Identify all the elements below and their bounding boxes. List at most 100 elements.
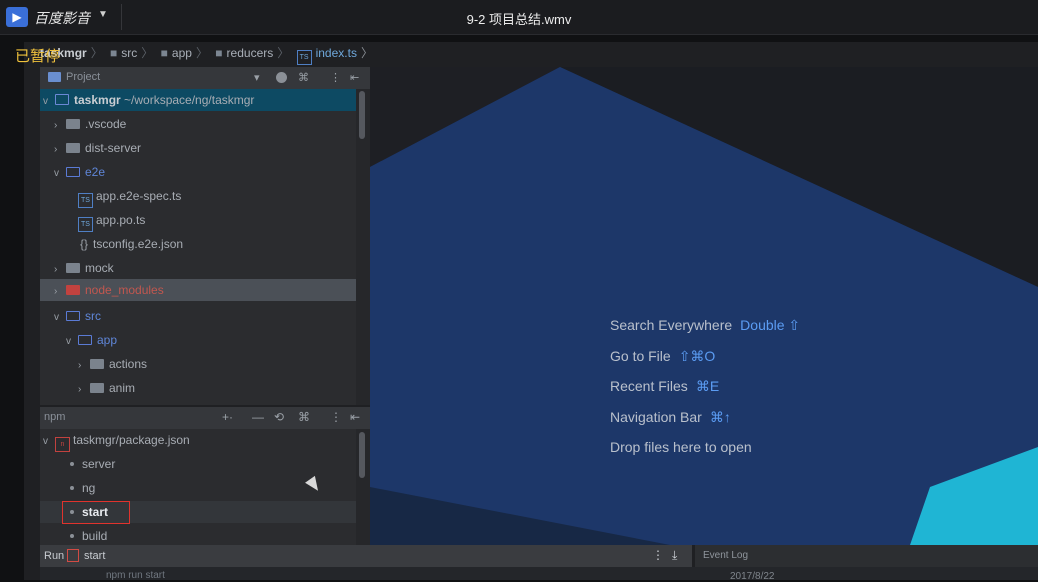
folder-icon — [66, 263, 80, 273]
paused-indicator: 已暂停 — [15, 48, 61, 65]
npm-script-server[interactable]: server — [40, 453, 356, 475]
tree-item-actions[interactable]: › actions — [40, 353, 356, 375]
tree-item-node-modules[interactable]: › node_modules — [40, 279, 356, 301]
tree-item-path: ~/workspace/ng/taskmgr — [120, 93, 255, 107]
folder-icon: ■ — [110, 46, 118, 60]
json-file-icon: {} — [80, 237, 89, 251]
collapse-all-icon[interactable]: ⌘ — [298, 71, 309, 84]
folder-icon: ■ — [215, 46, 223, 60]
folder-icon: ■ — [160, 46, 168, 60]
chevron-right-icon[interactable]: › — [54, 139, 66, 161]
tree-item-app-e2e-spec[interactable]: TS app.e2e-spec.ts — [40, 185, 356, 208]
chevron-right-icon[interactable]: › — [78, 379, 90, 401]
npm-script-label: server — [82, 457, 116, 471]
hint-key: Double ⇧ — [740, 317, 801, 333]
chevron-right-icon[interactable]: › — [54, 259, 66, 281]
chevron-down-icon[interactable]: v — [54, 307, 66, 329]
hint-navigation-bar: Navigation Bar ⌘↑ — [610, 409, 731, 426]
tree-item-mock[interactable]: › mock — [40, 257, 356, 279]
video-title: 9-2 项目总结.wmv — [466, 12, 572, 27]
run-label[interactable]: Run — [44, 550, 64, 562]
tree-item-vscode[interactable]: › .vscode — [40, 113, 356, 135]
tree-item-taskmgr[interactable]: v taskmgr ~/workspace/ng/taskmgr — [40, 89, 356, 111]
download-icon[interactable]: ⤓ — [672, 548, 677, 563]
breadcrumb-item[interactable]: src — [121, 46, 137, 60]
event-log-header: Event Log — [695, 545, 1038, 567]
tree-item-label: dist-server — [85, 141, 142, 155]
expand-all-icon[interactable]: +· — [222, 410, 233, 424]
tree-item-app[interactable]: v app — [40, 329, 356, 351]
npm-script-build[interactable]: build — [40, 525, 356, 545]
hint-go-to-file: Go to File ⇧⌘O — [610, 348, 715, 365]
breadcrumb: taskmgr 〉 ■ src 〉 ■ app 〉 ■ reducers 〉 TS index.… — [40, 44, 375, 65]
tree-item-label: e2e — [85, 165, 106, 179]
project-panel-title[interactable]: Project — [66, 71, 100, 83]
npm-script-label: ng — [82, 481, 96, 495]
tree-item-label: .vscode — [85, 117, 127, 131]
tree-item-label: node_modules — [85, 283, 164, 297]
tree-item-label: tsconfig.e2e.json — [93, 237, 184, 251]
collapse-all-icon[interactable]: ⌘ — [298, 410, 310, 424]
folder-icon — [66, 311, 80, 321]
hint-recent-files: Recent Files ⌘E — [610, 378, 719, 395]
chevron-right-icon[interactable]: › — [54, 115, 66, 137]
hide-panel-icon[interactable]: ⇤ — [350, 410, 360, 424]
target-icon[interactable] — [276, 72, 287, 83]
typescript-file-icon: TS — [78, 193, 93, 208]
hint-label: Navigation Bar — [610, 409, 702, 425]
folder-icon — [66, 143, 80, 153]
breadcrumb-item[interactable]: reducers — [227, 46, 274, 60]
npm-panel-header: npm +· — ⟲ ⌘ ⋮ ⇤ — [40, 407, 370, 429]
more-icon[interactable]: ⋮ — [330, 71, 341, 84]
more-icon[interactable]: ⋮ — [652, 548, 664, 562]
scroll-thumb[interactable] — [359, 432, 365, 478]
npm-package[interactable]: v n taskmgr/package.json — [40, 429, 356, 453]
tree-item-app-po[interactable]: TS app.po.ts — [40, 209, 356, 232]
tree-item-e2e[interactable]: v e2e — [40, 161, 356, 183]
chevron-down-icon[interactable]: v — [43, 91, 55, 113]
folder-icon — [78, 335, 92, 345]
tree-item-label: src — [85, 309, 101, 323]
typescript-file-icon: TS — [296, 50, 312, 65]
more-icon[interactable]: ⋮ — [330, 410, 342, 424]
event-log-title[interactable]: Event Log — [703, 550, 748, 561]
chevron-down-icon[interactable]: v — [66, 331, 78, 353]
folder-icon — [66, 119, 80, 129]
chevron-down-icon[interactable]: v — [43, 431, 55, 453]
tree-item-src[interactable]: v src — [40, 305, 356, 327]
tree-item-label: app.e2e-spec.ts — [96, 189, 182, 203]
tree-item-tsconfig[interactable]: {} tsconfig.e2e.json — [40, 233, 356, 255]
event-log-date: 2017/8/22 — [730, 571, 775, 582]
chevron-right-icon[interactable]: › — [78, 355, 90, 377]
npm-run-icon — [67, 549, 79, 562]
console-strip — [40, 567, 1038, 580]
npm-package-label: taskmgr/package.json — [73, 433, 190, 447]
run-toolbar: Run start ⋮ ⤓ — [40, 545, 692, 567]
refresh-icon[interactable]: ⟲ — [274, 410, 284, 424]
hint-drop-files: Drop files here to open — [610, 439, 752, 455]
npm-panel-title[interactable]: npm — [44, 411, 65, 423]
tree-item-anim[interactable]: › anim — [40, 377, 356, 399]
hide-panel-icon[interactable]: ⇤ — [350, 71, 359, 84]
tree-item-dist-server[interactable]: › dist-server — [40, 137, 356, 159]
hint-label: Go to File — [610, 348, 671, 364]
npm-scrollbar[interactable] — [356, 429, 370, 545]
chevron-right-icon[interactable]: › — [54, 281, 66, 303]
project-scrollbar[interactable] — [356, 89, 370, 405]
close-icon[interactable]: 〉 — [361, 46, 373, 60]
breadcrumb-item[interactable]: app — [172, 46, 192, 60]
editor-area[interactable]: Search Everywhere Double ⇧ Go to File ⇧⌘O … — [370, 67, 1038, 545]
typescript-file-icon: TS — [78, 217, 93, 232]
run-config-name[interactable]: start — [84, 550, 105, 562]
folder-icon — [66, 167, 80, 177]
hint-label: Recent Files — [610, 378, 688, 394]
tree-item-label: app.po.ts — [96, 213, 146, 227]
dropdown-icon[interactable]: ▾ — [254, 71, 260, 84]
collapse-icon[interactable]: — — [252, 410, 264, 424]
chevron-down-icon[interactable]: v — [54, 163, 66, 185]
hint-key: ⌘E — [695, 378, 720, 394]
scroll-thumb[interactable] — [359, 91, 365, 139]
breadcrumb-item[interactable]: index.ts — [316, 46, 357, 60]
tree-item-label: actions — [109, 357, 148, 371]
project-panel-header: Project ▾ ⌘ ⋮ ⇤ — [40, 67, 370, 90]
